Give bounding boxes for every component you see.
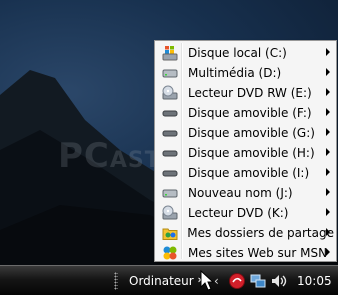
taskbar-clock[interactable]: 10:05	[297, 274, 332, 288]
notification-area: ‹ 10:05	[212, 268, 336, 294]
menu-item-label: Mes sites Web sur MSN	[188, 246, 328, 260]
menu-item-label: Multimédia (D:)	[188, 66, 282, 80]
menu-item-disque-local-c[interactable]: Disque local (C:)	[157, 43, 334, 63]
menu-item-lecteur-dvd-rw-e[interactable]: Lecteur DVD RW (E:)	[157, 83, 334, 103]
submenu-arrow-icon	[326, 208, 330, 216]
submenu-arrow-icon	[326, 48, 330, 56]
antivirus-tray-icon[interactable]	[228, 272, 246, 290]
menu-item-disque-amovible-h[interactable]: Disque amovible (H:)	[157, 143, 334, 163]
removable-drive-icon	[160, 125, 180, 141]
toolbar-label-ordinateur: Ordinateur	[129, 274, 194, 288]
menu-item-disque-amovible-g[interactable]: Disque amovible (G:)	[157, 123, 334, 143]
submenu-arrow-icon	[326, 148, 330, 156]
submenu-arrow-icon	[326, 248, 330, 256]
menu-item-label: Nouveau nom (J:)	[188, 186, 293, 200]
menu-item-label: Lecteur DVD (K:)	[188, 206, 289, 220]
dvd-drive-icon	[160, 205, 180, 221]
menu-item-label: Lecteur DVD RW (E:)	[188, 86, 312, 100]
hard-drive-icon	[160, 65, 180, 81]
mouse-cursor-icon	[200, 270, 214, 291]
menu-item-nouveau-nom-j[interactable]: Nouveau nom (J:)	[157, 183, 334, 203]
removable-drive-icon	[160, 145, 180, 161]
submenu-arrow-icon	[326, 228, 330, 236]
dvd-rw-drive-icon	[160, 85, 180, 101]
submenu-arrow-icon	[326, 188, 330, 196]
network-tray-icon[interactable]	[249, 272, 267, 290]
menu-item-label: Disque amovible (H:)	[188, 146, 315, 160]
menu-item-label: Disque amovible (G:)	[188, 126, 315, 140]
show-hidden-icons-button[interactable]: ‹	[214, 274, 219, 288]
removable-drive-icon	[160, 165, 180, 181]
menu-item-disque-amovible-f[interactable]: Disque amovible (F:)	[157, 103, 334, 123]
submenu-arrow-icon	[326, 168, 330, 176]
submenu-arrow-icon	[326, 88, 330, 96]
shared-folders-icon	[160, 225, 179, 241]
taskbar: Ordinateur » ‹ 10:05	[0, 265, 338, 295]
drives-context-menu: Disque local (C:) Multimédia (D:) Lecteu…	[154, 40, 337, 262]
removable-drive-icon	[160, 105, 180, 121]
toolbar-grip-handle[interactable]	[114, 272, 118, 290]
hard-drive-icon	[160, 185, 180, 201]
windows-drive-icon	[160, 45, 180, 61]
menu-item-multimedia-d[interactable]: Multimédia (D:)	[157, 63, 334, 83]
menu-item-label: Disque amovible (I:)	[188, 166, 310, 180]
menu-item-lecteur-dvd-k[interactable]: Lecteur DVD (K:)	[157, 203, 334, 223]
volume-tray-icon[interactable]	[270, 272, 288, 290]
menu-item-mes-sites-web-msn[interactable]: Mes sites Web sur MSN	[157, 243, 334, 263]
menu-item-mes-dossiers-de-partage[interactable]: Mes dossiers de partage	[157, 223, 334, 243]
submenu-arrow-icon	[326, 128, 330, 136]
menu-item-disque-amovible-i[interactable]: Disque amovible (I:)	[157, 163, 334, 183]
submenu-arrow-icon	[326, 68, 330, 76]
msn-sites-icon	[160, 245, 180, 261]
submenu-arrow-icon	[326, 108, 330, 116]
menu-item-label: Disque amovible (F:)	[188, 106, 312, 120]
menu-item-label: Disque local (C:)	[188, 46, 287, 60]
menu-item-label: Mes dossiers de partage	[187, 226, 334, 240]
